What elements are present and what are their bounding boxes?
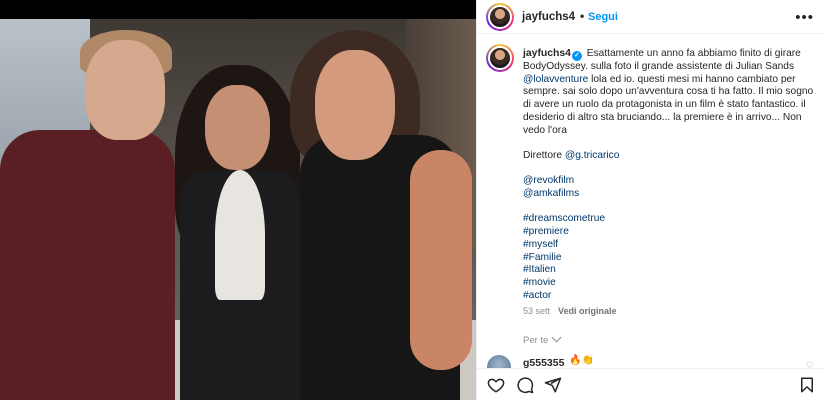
hashtag-link[interactable]: #Familie (523, 252, 819, 265)
post-side-panel: jayfuchs4 • Segui ••• jayfuchs4 ✓ Esattam… (476, 0, 825, 400)
director-label: Direttore (523, 149, 565, 161)
follow-button[interactable]: Segui (588, 11, 618, 23)
post-meta: 53 sett Vedi originale (523, 306, 617, 316)
mention-director[interactable]: @g.tricarico (565, 150, 620, 161)
header-separator-dot: • (580, 9, 585, 23)
mention-lolavventure[interactable]: @lolavventure (523, 74, 588, 85)
person-right-arm (410, 150, 472, 370)
see-original-link[interactable]: Vedi originale (558, 306, 617, 316)
hashtag-link[interactable]: #dreamscometrue (523, 213, 819, 226)
bookmark-icon[interactable] (798, 376, 816, 394)
photo-top-bar (0, 0, 476, 19)
hashtag-link[interactable]: #Italien (523, 264, 819, 277)
person-center-head (205, 85, 270, 170)
post-actions-bar (477, 368, 825, 400)
caption-author-avatar[interactable] (486, 44, 514, 72)
hashtag-link[interactable]: #myself (523, 239, 819, 252)
mention-amkafilms[interactable]: @amkafilms (523, 188, 819, 201)
post-header: jayfuchs4 • Segui ••• (477, 0, 825, 34)
heart-icon[interactable] (487, 376, 505, 394)
author-username[interactable]: jayfuchs4 (522, 11, 575, 23)
post-caption: jayfuchs4 ✓ Esattamente un anno fa abbiam… (523, 48, 819, 302)
author-avatar-image (488, 5, 512, 29)
verified-badge-icon: ✓ (571, 51, 582, 61)
person-center-shirt (215, 170, 265, 300)
mention-revokfilm[interactable]: @revokfilm (523, 175, 819, 188)
chevron-down-icon (551, 332, 562, 343)
caption-author-avatar-image (488, 46, 512, 70)
person-left-head (85, 40, 165, 140)
author-avatar[interactable] (486, 3, 514, 31)
for-you-dropdown[interactable]: Per te (523, 332, 562, 346)
caption-area: jayfuchs4 ✓ Esattamente un anno fa abbiam… (477, 35, 825, 357)
caption-author-username[interactable]: jayfuchs4 (523, 48, 571, 59)
more-options-icon[interactable]: ••• (795, 9, 814, 26)
for-you-label: Per te (523, 335, 549, 346)
share-icon[interactable] (544, 376, 562, 394)
comment-icon[interactable] (516, 376, 534, 394)
person-left-body (0, 130, 175, 400)
hashtag-link[interactable]: #movie (523, 277, 819, 290)
hashtag-link[interactable]: #actor (523, 290, 819, 303)
post-date: 53 sett (523, 306, 551, 316)
hashtag-link[interactable]: #premiere (523, 226, 819, 239)
comment-emoji: 🔥👏 (569, 355, 594, 366)
post-photo[interactable] (0, 0, 476, 400)
person-right-head (315, 50, 395, 160)
